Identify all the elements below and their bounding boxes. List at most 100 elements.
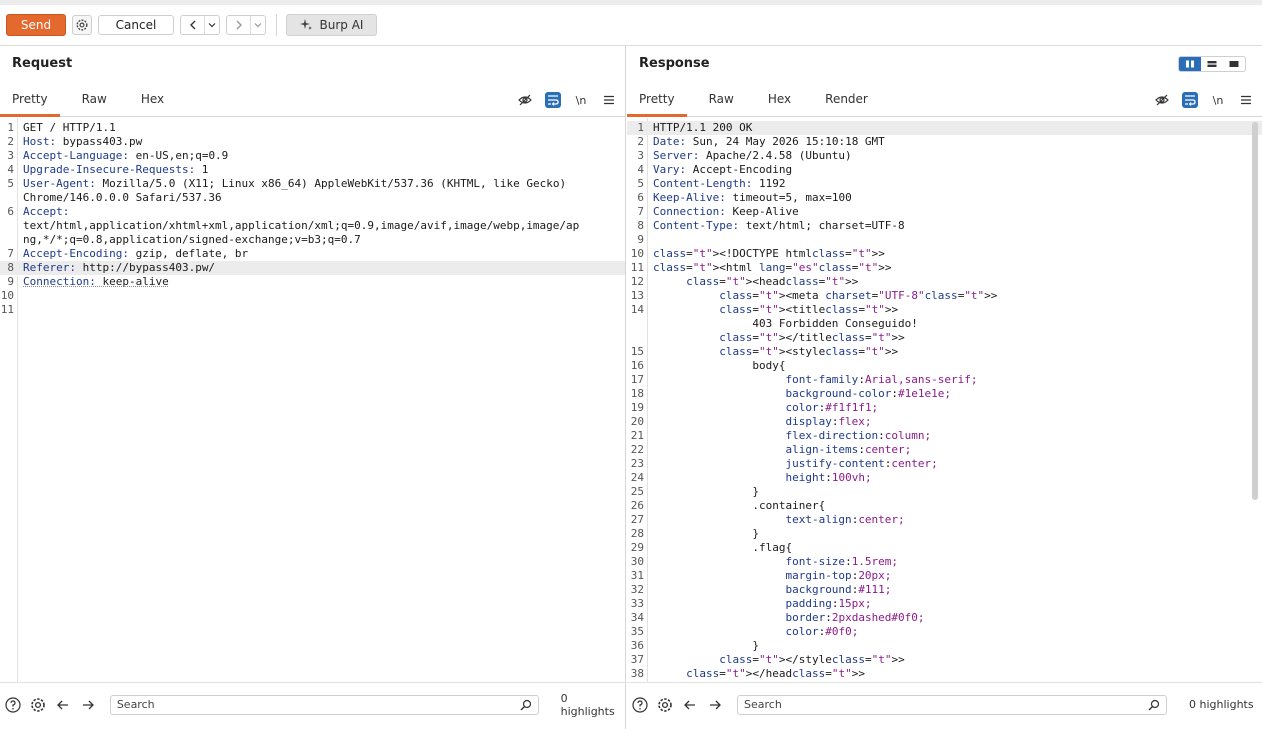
line-number: 30 xyxy=(630,555,644,568)
code-text: Upgrade-Insecure-Requests: 1 xyxy=(23,163,209,176)
arrow-left-icon xyxy=(56,700,68,709)
layout-split-vertical-button[interactable] xyxy=(1201,57,1223,71)
search-icon xyxy=(520,699,531,710)
code-text: } xyxy=(653,527,759,540)
code-line: 32 background:#111; xyxy=(627,583,1262,597)
send-settings-button[interactable] xyxy=(72,15,92,35)
response-tab-hex[interactable]: Hex xyxy=(756,86,803,117)
code-line: 38 class="t"></headclass="t">> xyxy=(627,667,1262,681)
code-text: Referer: http://bypass403.pw/ xyxy=(23,261,216,274)
code-text: background:#111; xyxy=(785,583,892,596)
code-text: color:#f1f1f1; xyxy=(785,401,879,414)
history-back-group xyxy=(180,15,220,35)
code-text: font-size:1.5rem; xyxy=(785,555,899,568)
response-scrollbar[interactable] xyxy=(1252,122,1258,500)
line-number: 23 xyxy=(630,457,644,470)
response-editor[interactable]: 1 HTTP/1.1 200 OK 2 Date: Sun, 24 May 2026 … xyxy=(627,118,1262,682)
code-line: 4 Vary: Accept-Encoding xyxy=(627,163,1262,177)
layout-tabs-button[interactable] xyxy=(1223,57,1245,71)
response-search-input[interactable] xyxy=(744,698,1134,711)
code-line: 26 .container{ xyxy=(627,499,1262,513)
code-line: 17 font-family:Arial,sans-serif; xyxy=(627,373,1262,387)
code-text: .container{ xyxy=(653,499,826,512)
code-text: text/html,application/xhtml+xml,applicat… xyxy=(23,219,580,232)
code-line: 3 Server: Apache/2.4.58 (Ubuntu) xyxy=(627,149,1262,163)
code-text: margin-top:20px; xyxy=(785,569,892,582)
show-newlines-toggle[interactable]: \n xyxy=(1210,92,1226,108)
response-search-next-button[interactable] xyxy=(706,696,724,714)
code-line: 33 padding:15px; xyxy=(627,597,1262,611)
burp-ai-button[interactable]: Burp AI xyxy=(286,14,377,36)
request-search-next-button[interactable] xyxy=(79,696,97,714)
request-editor[interactable]: 1 GET / HTTP/1.1 2 Host: bypass403.pw 3 Accep… xyxy=(0,118,625,682)
response-search-settings-button[interactable] xyxy=(656,696,674,714)
code-line: 11 class="t"><html lang="es"class="t">> xyxy=(627,261,1262,275)
request-help-button[interactable] xyxy=(4,696,22,714)
request-tab-hex[interactable]: Hex xyxy=(129,86,176,117)
line-number: 6 xyxy=(7,205,14,218)
request-search-input[interactable] xyxy=(116,698,507,711)
response-search-prev-button[interactable] xyxy=(681,696,699,714)
code-text: background-color:#1e1e1e; xyxy=(785,387,952,400)
request-search-prev-button[interactable] xyxy=(54,696,72,714)
line-number: 31 xyxy=(630,569,644,582)
code-text: } xyxy=(653,485,759,498)
line-number: 4 xyxy=(7,163,14,176)
code-text: height:100vh; xyxy=(785,471,872,484)
columns-icon xyxy=(1186,60,1194,68)
wrap-lines-icon xyxy=(548,95,559,106)
request-menu-button[interactable] xyxy=(601,92,617,108)
send-button[interactable]: Send xyxy=(6,14,66,36)
single-pane-icon xyxy=(1229,61,1239,67)
line-number: 10 xyxy=(0,289,14,302)
history-back-button[interactable] xyxy=(181,16,205,34)
code-line: 1 HTTP/1.1 200 OK xyxy=(627,121,1262,135)
hide-nonprintable-toggle[interactable] xyxy=(517,92,533,108)
code-line: 16 body{ xyxy=(627,359,1262,373)
line-number: 6 xyxy=(637,191,644,204)
code-line: 36 } xyxy=(627,639,1262,653)
code-line: 37 class="t"></styleclass="t">> xyxy=(627,653,1262,667)
code-line: 5 User-Agent: Mozilla/5.0 (X11; Linux x86… xyxy=(0,177,625,191)
show-newlines-toggle[interactable]: \n xyxy=(573,92,589,108)
code-line: 30 font-size:1.5rem; xyxy=(627,555,1262,569)
line-number: 29 xyxy=(630,541,644,554)
hide-nonprintable-toggle[interactable] xyxy=(1154,92,1170,108)
code-text: class="t"><headclass="t">> xyxy=(686,275,859,288)
code-text: .flag{ xyxy=(653,541,793,554)
response-tab-raw[interactable]: Raw xyxy=(697,86,746,117)
word-wrap-toggle[interactable] xyxy=(545,92,561,108)
line-number: 36 xyxy=(630,639,644,652)
response-menu-button[interactable] xyxy=(1238,92,1254,108)
line-number: 13 xyxy=(630,289,644,302)
line-number: 34 xyxy=(630,611,644,624)
code-line: 9 xyxy=(627,233,1262,247)
code-text: justify-content:center; xyxy=(785,457,938,470)
line-number: 9 xyxy=(7,275,14,288)
code-line: 22 align-items:center; xyxy=(627,443,1262,457)
cancel-button[interactable]: Cancel xyxy=(98,15,174,35)
code-line: 29 .flag{ xyxy=(627,541,1262,555)
response-tab-pretty[interactable]: Pretty xyxy=(627,86,687,117)
word-wrap-toggle[interactable] xyxy=(1182,92,1198,108)
code-line: 25 } xyxy=(627,485,1262,499)
line-number: 2 xyxy=(637,135,644,148)
response-help-button[interactable] xyxy=(631,696,649,714)
history-forward-dropdown[interactable] xyxy=(251,16,265,34)
chevron-down-icon xyxy=(254,23,262,28)
code-line: 10 xyxy=(0,289,625,303)
request-title: Request xyxy=(12,56,73,71)
help-icon xyxy=(632,696,648,713)
code-line: 8 Referer: http://bypass403.pw/ xyxy=(0,261,625,275)
history-back-dropdown[interactable] xyxy=(205,16,219,34)
sparkle-icon xyxy=(299,19,312,30)
line-number: 14 xyxy=(630,303,644,316)
request-search-settings-button[interactable] xyxy=(29,696,47,714)
response-tab-render[interactable]: Render xyxy=(813,86,880,117)
layout-split-horizontal-button[interactable] xyxy=(1179,57,1201,71)
request-tab-raw[interactable]: Raw xyxy=(70,86,119,117)
history-forward-button[interactable] xyxy=(227,16,251,34)
request-tab-pretty[interactable]: Pretty xyxy=(0,86,60,117)
gear-icon xyxy=(76,19,88,31)
code-text: Accept: xyxy=(23,205,70,218)
